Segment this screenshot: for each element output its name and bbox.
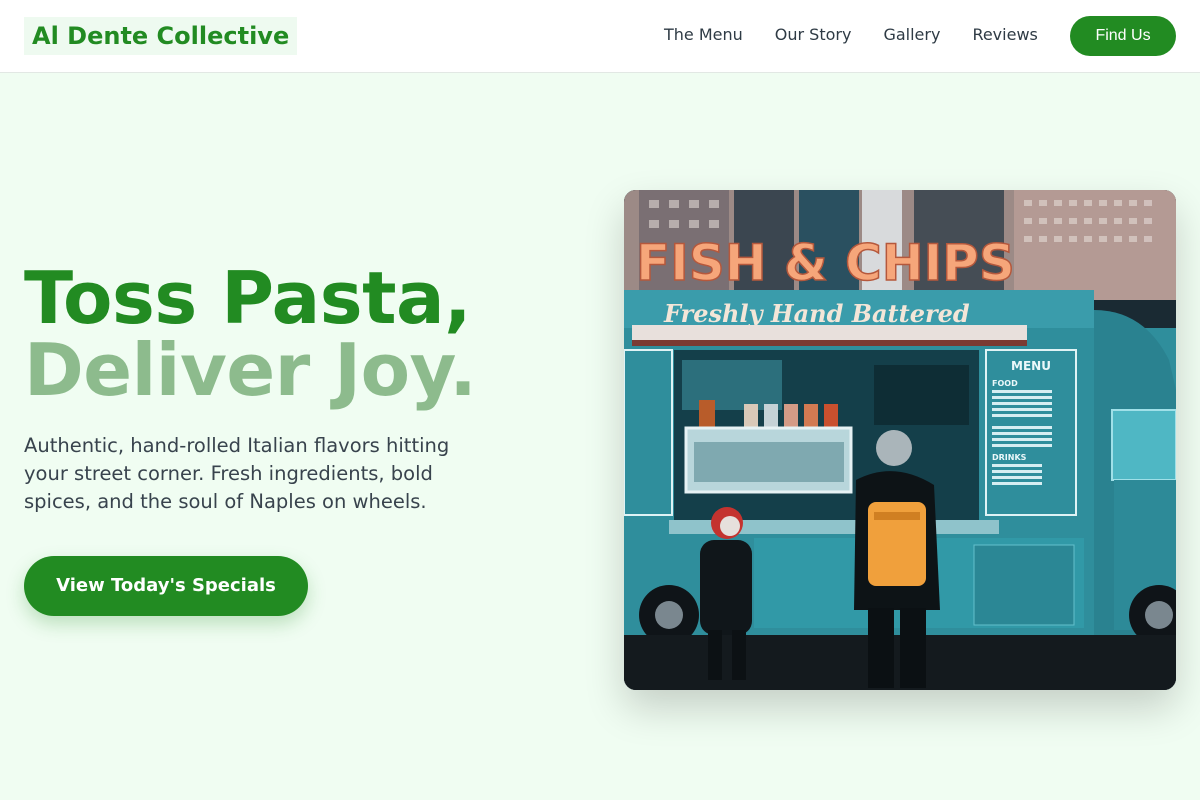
hero-title-line1: Toss Pasta,	[24, 256, 471, 340]
food-truck-photo: FISH & CHIPS Freshly Hand Battered MENU …	[624, 190, 1176, 690]
brand-logo[interactable]: Al Dente Collective	[24, 17, 298, 55]
sign-text: FISH & CHIPS	[636, 234, 1015, 292]
menu-board-title: MENU	[1011, 359, 1051, 373]
find-us-button[interactable]: Find Us	[1070, 16, 1176, 56]
nav-link-our-story[interactable]: Our Story	[775, 25, 852, 45]
hero-description: Authentic, hand-rolled Italian flavors h…	[24, 434, 450, 513]
menu-board-food: FOOD	[992, 379, 1018, 388]
view-specials-button[interactable]: View Today's Specials	[24, 556, 308, 616]
nav-link-reviews[interactable]: Reviews	[972, 25, 1037, 45]
nav-link-gallery[interactable]: Gallery	[883, 25, 940, 45]
script-text: Freshly Hand Battered	[663, 299, 970, 328]
hero-title: Toss Pasta, Deliver Joy.	[24, 256, 477, 412]
menu-board-drinks: DRINKS	[992, 453, 1027, 462]
nav-links: The Menu Our Story Gallery Reviews	[664, 0, 1070, 70]
navbar: Al Dente Collective The Menu Our Story G…	[0, 0, 1200, 73]
hero-title-line2: Deliver Joy.	[24, 328, 477, 412]
nav-link-menu[interactable]: The Menu	[664, 25, 743, 45]
